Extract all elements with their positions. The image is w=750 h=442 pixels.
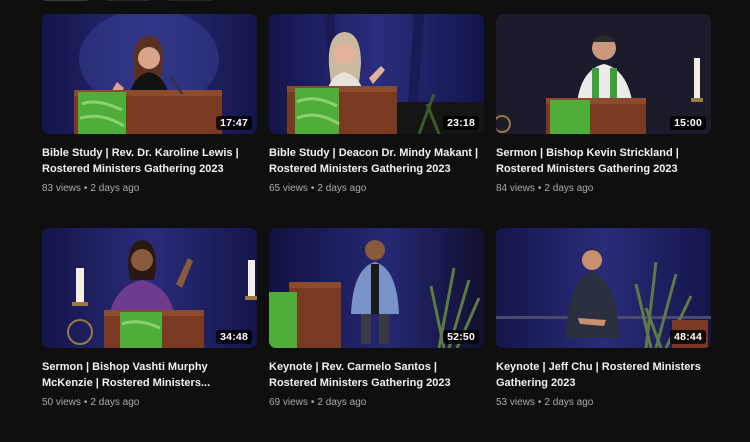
video-metadata: 50 views • 2 days ago (42, 397, 257, 408)
view-count: 83 views (42, 183, 81, 194)
view-count: 69 views (269, 397, 308, 408)
video-card[interactable]: 48:44 Keynote | Jeff Chu | Rostered Mini… (496, 228, 711, 442)
meta-separator: • (537, 183, 542, 194)
upload-age: 2 days ago (90, 183, 140, 194)
video-title[interactable]: Bible Study | Rev. Dr. Karoline Lewis | … (42, 146, 257, 177)
video-card[interactable]: 15:00 Sermon | Bishop Kevin Strickland |… (496, 14, 711, 228)
video-title[interactable]: Sermon | Bishop Vashti Murphy McKenzie |… (42, 360, 257, 391)
meta-separator: • (83, 397, 88, 408)
video-thumbnail[interactable]: 17:47 (42, 14, 257, 134)
video-card[interactable]: 17:47 Bible Study | Rev. Dr. Karoline Le… (42, 14, 257, 228)
video-title[interactable]: Bible Study | Deacon Dr. Mindy Makant | … (269, 146, 484, 177)
meta-separator: • (83, 183, 88, 194)
meta-separator: • (310, 397, 315, 408)
video-thumbnail[interactable]: 34:48 (42, 228, 257, 348)
video-metadata: 65 views • 2 days ago (269, 183, 484, 194)
video-thumbnail[interactable]: 23:18 (269, 14, 484, 134)
video-thumbnail[interactable]: 52:50 (269, 228, 484, 348)
video-thumbnail[interactable]: 15:00 (496, 14, 711, 134)
upload-age: 2 days ago (317, 397, 367, 408)
filter-chip[interactable] (42, 0, 90, 1)
video-duration: 17:47 (216, 116, 252, 130)
view-count: 53 views (496, 397, 535, 408)
video-card[interactable]: 52:50 Keynote | Rev. Carmelo Santos | Ro… (269, 228, 484, 442)
video-metadata: 53 views • 2 days ago (496, 397, 711, 408)
view-count: 50 views (42, 397, 81, 408)
video-title[interactable]: Sermon | Bishop Kevin Strickland | Roste… (496, 146, 711, 177)
video-duration: 23:18 (443, 116, 479, 130)
filter-chips (42, 0, 214, 1)
video-metadata: 83 views • 2 days ago (42, 183, 257, 194)
upload-age: 2 days ago (90, 397, 140, 408)
video-title[interactable]: Keynote | Rev. Carmelo Santos | Rostered… (269, 360, 484, 391)
video-metadata: 69 views • 2 days ago (269, 397, 484, 408)
video-duration: 52:50 (443, 330, 479, 344)
meta-separator: • (537, 397, 542, 408)
view-count: 65 views (269, 183, 308, 194)
upload-age: 2 days ago (317, 183, 367, 194)
video-card[interactable]: 34:48 Sermon | Bishop Vashti Murphy McKe… (42, 228, 257, 442)
filter-chip[interactable] (166, 0, 214, 1)
meta-separator: • (310, 183, 315, 194)
view-count: 84 views (496, 183, 535, 194)
video-card[interactable]: 23:18 Bible Study | Deacon Dr. Mindy Mak… (269, 14, 484, 228)
video-duration: 48:44 (670, 330, 706, 344)
upload-age: 2 days ago (544, 183, 594, 194)
video-duration: 15:00 (670, 116, 706, 130)
video-metadata: 84 views • 2 days ago (496, 183, 711, 194)
video-grid: 17:47 Bible Study | Rev. Dr. Karoline Le… (42, 14, 711, 442)
upload-age: 2 days ago (544, 397, 594, 408)
filter-chip[interactable] (104, 0, 152, 1)
video-title[interactable]: Keynote | Jeff Chu | Rostered Ministers … (496, 360, 711, 391)
video-thumbnail[interactable]: 48:44 (496, 228, 711, 348)
video-duration: 34:48 (216, 330, 252, 344)
